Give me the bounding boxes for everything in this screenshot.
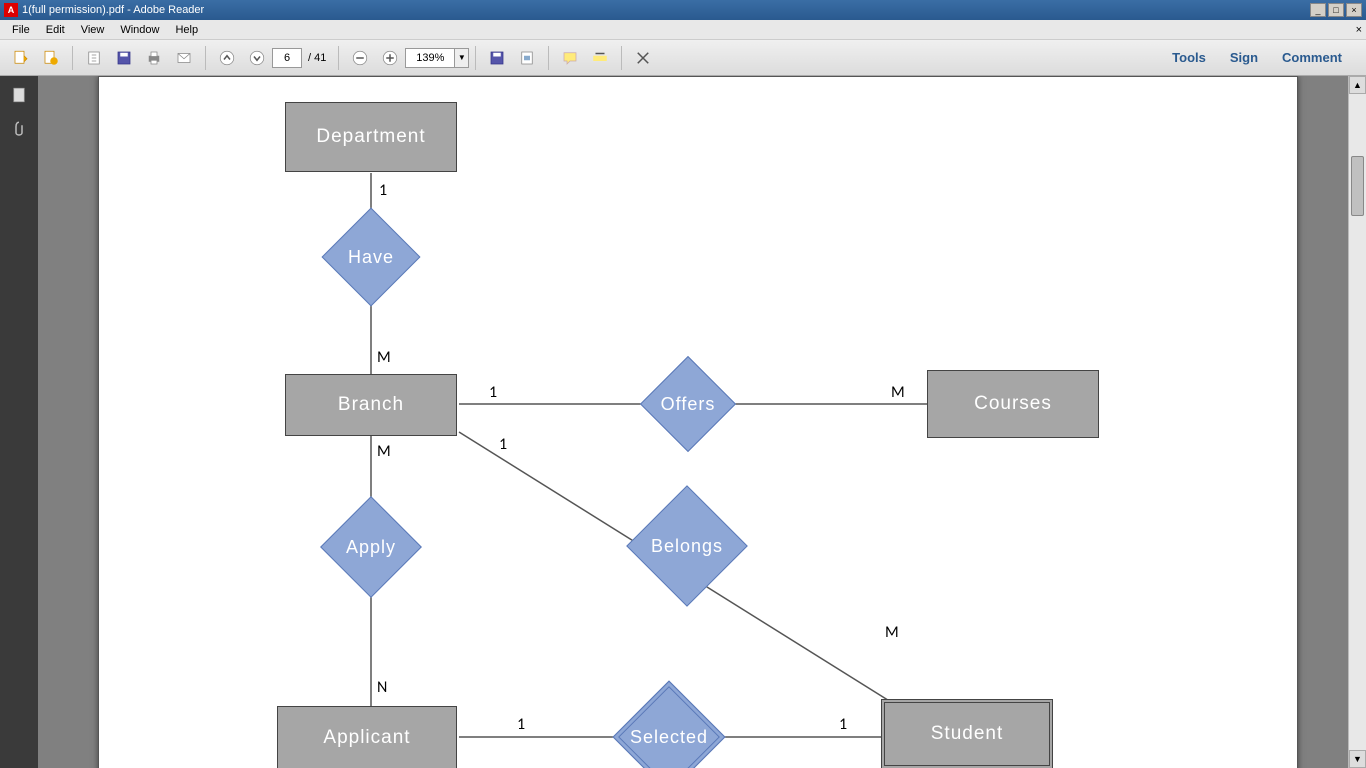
toolbar-separator — [548, 46, 549, 70]
zoom-dropdown-icon[interactable]: ▼ — [455, 48, 469, 68]
document-viewport[interactable]: Department Branch Courses Applicant Stud… — [38, 76, 1348, 768]
document-close-button[interactable]: × — [1356, 24, 1362, 36]
page-down-icon[interactable] — [244, 45, 270, 71]
page-total-label: / 41 — [308, 52, 326, 64]
export-pdf-icon[interactable] — [8, 45, 34, 71]
menu-help[interactable]: Help — [167, 22, 206, 38]
print-icon[interactable] — [141, 45, 167, 71]
entity-department: Department — [285, 102, 457, 172]
window-controls: _ □ × — [1310, 3, 1362, 17]
toolbar-separator — [338, 46, 339, 70]
vertical-scrollbar[interactable]: ▲ ▼ — [1348, 76, 1366, 768]
tools-panel-button[interactable]: Tools — [1166, 46, 1212, 69]
entity-applicant: Applicant — [277, 706, 457, 768]
toolbar-right-panel: Tools Sign Comment — [1166, 46, 1360, 69]
cardinality-label: 1 — [499, 435, 507, 454]
relationship-offers: Offers — [654, 370, 722, 438]
window-titlebar: A 1(full permission).pdf - Adobe Reader … — [0, 0, 1366, 20]
email-icon[interactable] — [171, 45, 197, 71]
save-as-icon[interactable] — [484, 45, 510, 71]
entity-courses: Courses — [927, 370, 1099, 438]
sign-panel-button[interactable]: Sign — [1224, 46, 1264, 69]
cardinality-label: M — [377, 348, 391, 367]
zoom-in-icon[interactable] — [377, 45, 403, 71]
scroll-down-icon[interactable]: ▼ — [1349, 750, 1366, 768]
toolbar-separator — [72, 46, 73, 70]
close-button[interactable]: × — [1346, 3, 1362, 17]
maximize-button[interactable]: □ — [1328, 3, 1344, 17]
attachments-icon[interactable] — [6, 116, 32, 142]
cardinality-label: N — [377, 678, 387, 697]
open-icon[interactable] — [81, 45, 107, 71]
highlight-icon[interactable] — [587, 45, 613, 71]
toolbar-separator — [205, 46, 206, 70]
entity-student: Student — [881, 699, 1053, 768]
cardinality-label: M — [377, 442, 391, 461]
cardinality-label: M — [891, 383, 905, 402]
scroll-up-icon[interactable]: ▲ — [1349, 76, 1366, 94]
cardinality-label: 1 — [489, 383, 497, 402]
menu-view[interactable]: View — [73, 22, 113, 38]
thumbnails-icon[interactable] — [6, 82, 32, 108]
toolbar-separator — [621, 46, 622, 70]
menubar: File Edit View Window Help × — [0, 20, 1366, 40]
zoom-out-icon[interactable] — [347, 45, 373, 71]
cardinality-label: M — [885, 623, 899, 642]
pdf-page: Department Branch Courses Applicant Stud… — [98, 76, 1298, 768]
scrollbar-thumb[interactable] — [1351, 156, 1364, 216]
navigation-pane — [0, 76, 38, 768]
page-up-icon[interactable] — [214, 45, 240, 71]
menu-file[interactable]: File — [4, 22, 38, 38]
minimize-button[interactable]: _ — [1310, 3, 1326, 17]
create-pdf-icon[interactable] — [38, 45, 64, 71]
menu-window[interactable]: Window — [112, 22, 167, 38]
comment-panel-button[interactable]: Comment — [1276, 46, 1348, 69]
read-mode-icon[interactable] — [630, 45, 656, 71]
toolbar: / 41 ▼ Tools Sign Comment — [0, 40, 1366, 76]
window-title: 1(full permission).pdf - Adobe Reader — [22, 4, 1310, 16]
comment-bubble-icon[interactable] — [557, 45, 583, 71]
toolbar-separator — [475, 46, 476, 70]
zoom-level-input[interactable] — [405, 48, 455, 68]
entity-branch: Branch — [285, 374, 457, 436]
cardinality-label: 1 — [839, 715, 847, 734]
relationship-have: Have — [336, 222, 406, 292]
page-number-input[interactable] — [272, 48, 302, 68]
cardinality-label: 1 — [379, 181, 387, 200]
relationship-belongs: Belongs — [644, 503, 730, 589]
save-icon[interactable] — [111, 45, 137, 71]
snapshot-icon[interactable] — [514, 45, 540, 71]
relationship-selected: Selected — [629, 697, 709, 768]
menu-edit[interactable]: Edit — [38, 22, 73, 38]
relationship-apply: Apply — [335, 511, 407, 583]
app-icon: A — [4, 3, 18, 17]
cardinality-label: 1 — [517, 715, 525, 734]
